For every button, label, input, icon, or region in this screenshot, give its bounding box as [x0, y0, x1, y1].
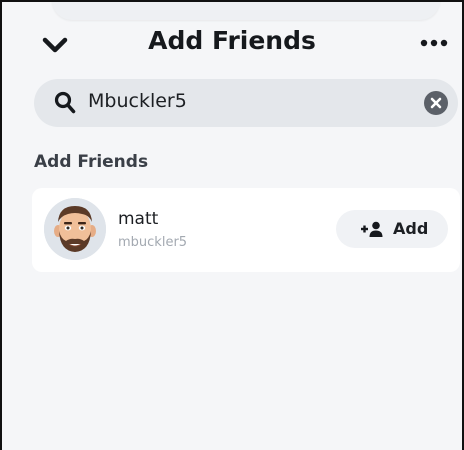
search-bar[interactable]: Mbuckler5 [34, 79, 458, 127]
add-friend-icon [361, 221, 383, 237]
add-friend-button[interactable]: Add [336, 210, 448, 248]
page-title: Add Friends [148, 26, 316, 55]
friend-name: matt [118, 209, 159, 229]
bitmoji-avatar[interactable] [44, 198, 106, 260]
friend-username: mbuckler5 [118, 235, 188, 250]
section-title: Add Friends [34, 152, 149, 172]
search-icon [54, 91, 76, 114]
search-input[interactable]: Mbuckler5 [88, 90, 187, 112]
more-horizontal-icon[interactable] [420, 38, 448, 48]
add-friends-screen: Add Friends Mbuckler5 Add Friends matt m… [0, 0, 464, 450]
list-item[interactable]: matt mbuckler5 Add [32, 188, 460, 272]
avatar-face-icon [44, 198, 106, 260]
clear-icon[interactable] [424, 91, 448, 115]
header: Add Friends [2, 12, 462, 68]
add-button-label: Add [393, 219, 429, 238]
